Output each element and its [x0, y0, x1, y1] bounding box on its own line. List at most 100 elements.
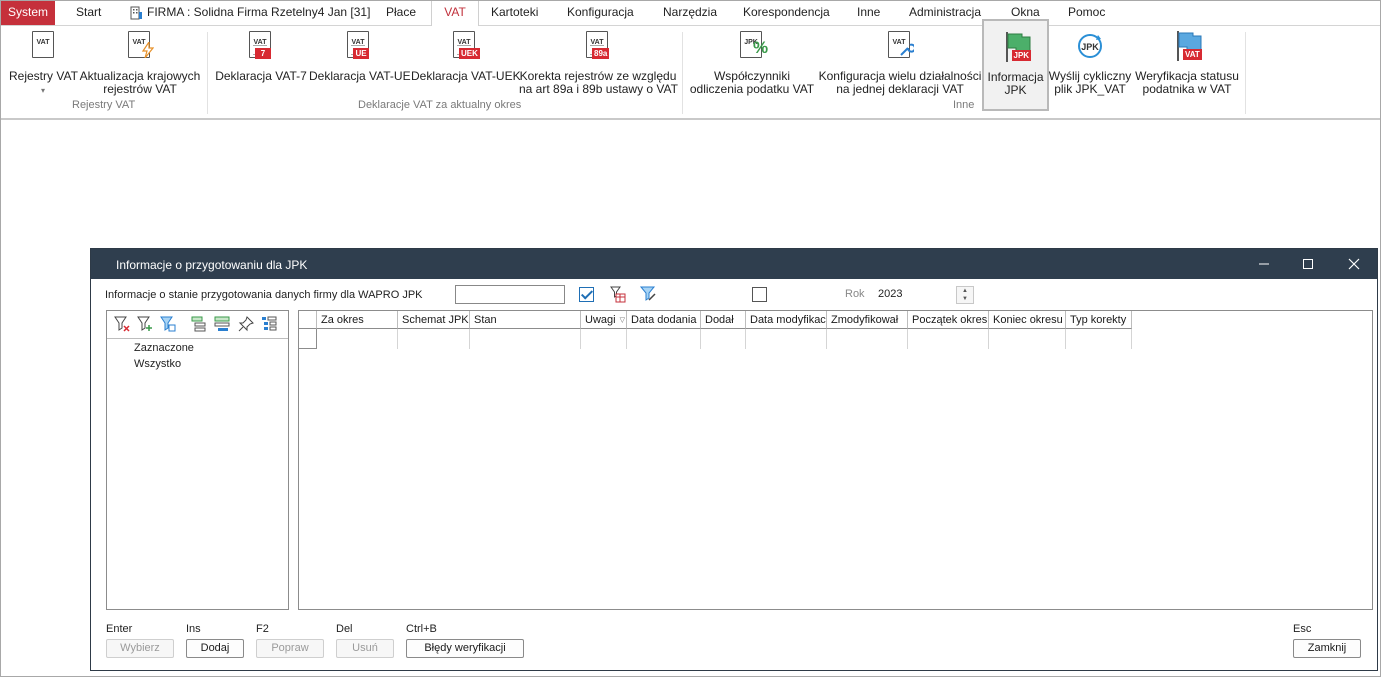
- menu-administracja[interactable]: Administracja: [909, 1, 981, 25]
- column-header-stan[interactable]: Stan: [470, 311, 581, 329]
- table-cell[interactable]: [398, 329, 470, 349]
- konfiguracja-wielu-button[interactable]: VAT Konfiguracja wielu działalności na j…: [817, 30, 983, 96]
- usun-button[interactable]: Usuń: [336, 639, 394, 658]
- filter-table-icon[interactable]: [610, 286, 626, 303]
- jpk-grid: Za okres Schemat JPK Stan Uwagi ▽ Data do…: [298, 310, 1373, 610]
- info-label: Informacje o stanie przygotowania danych…: [105, 289, 423, 301]
- rejestry-vat-label: Rejestry VAT: [9, 69, 78, 83]
- korekta-89a-button[interactable]: VAT 89a Korekta rejestrów ze względu na …: [519, 30, 678, 96]
- filter-add-icon[interactable]: [137, 316, 153, 332]
- group-label-deklaracje: Deklaracje VAT za aktualny okres: [358, 99, 522, 111]
- dialog-title: Informacje o przygotowaniu dla JPK: [116, 258, 308, 272]
- column-header-zmodyfikowal[interactable]: Zmodyfikował: [827, 311, 908, 329]
- aktualizacja-button[interactable]: VAT Aktualizacja krajowych rejestrów VAT: [77, 30, 203, 96]
- informacja-jpk-label-1: Informacja: [987, 70, 1044, 84]
- rejestry-vat-button[interactable]: VAT Rejestry VAT ▾: [9, 30, 78, 97]
- tree-list-icon[interactable]: [261, 316, 277, 332]
- filter-grid-icon[interactable]: [160, 316, 176, 332]
- table-cell[interactable]: [1066, 329, 1132, 349]
- row-indicator-cell[interactable]: [299, 329, 317, 349]
- table-cell[interactable]: [470, 329, 581, 349]
- column-header-schemat-jpk[interactable]: Schemat JPK: [398, 311, 470, 329]
- column-header-data-dodania[interactable]: Data dodania: [627, 311, 701, 329]
- menu-korespondencja[interactable]: Korespondencja: [743, 1, 830, 25]
- menu-start[interactable]: Start: [76, 1, 101, 25]
- minimize-icon[interactable]: [1241, 249, 1287, 279]
- informacja-jpk-button[interactable]: JPK Informacja JPK: [982, 19, 1049, 111]
- table-cell[interactable]: [627, 329, 701, 349]
- dialog-titlebar[interactable]: Informacje o przygotowaniu dla JPK: [91, 249, 1377, 279]
- bledy-weryfikacji-button[interactable]: Błędy weryfikacji: [406, 639, 524, 658]
- search-input[interactable]: [455, 285, 565, 304]
- menu-bar: System Start FIRMA : Solidna Firma Rzete…: [1, 1, 1380, 26]
- vat7-icon: VAT 7: [247, 30, 275, 64]
- hotkey-del: Del: [336, 623, 353, 635]
- column-header-data-modyfikacji[interactable]: Data modyfikac: [746, 311, 827, 329]
- rok-spinner[interactable]: ▲ ▼: [956, 286, 974, 304]
- column-header-koniec-okresu[interactable]: Koniec okresu: [989, 311, 1066, 329]
- table-cell[interactable]: [908, 329, 989, 349]
- hotkey-esc: Esc: [1293, 623, 1312, 635]
- spin-up-icon[interactable]: ▲: [957, 287, 973, 295]
- rok-label: Rok: [845, 288, 865, 300]
- tree-toolbar: [107, 311, 288, 339]
- menu-kartoteki[interactable]: Kartoteki: [491, 1, 538, 25]
- table-cell[interactable]: [989, 329, 1066, 349]
- menu-konfiguracja[interactable]: Konfiguracja: [567, 1, 634, 25]
- wyslij-cykliczny-button[interactable]: JPK Wyślij cykliczny plik JPK_VAT: [1047, 30, 1133, 96]
- tree-expand-icon[interactable]: [191, 316, 207, 332]
- pin-icon[interactable]: [238, 316, 254, 332]
- table-cell[interactable]: [701, 329, 746, 349]
- weryfikacja-statusu-button[interactable]: VAT Weryfikacja statusu podatnika w VAT: [1134, 30, 1240, 96]
- column-header-poczatek-okresu[interactable]: Początek okres: [908, 311, 989, 329]
- tree-panel: Zaznaczone Wszystko: [106, 310, 289, 610]
- jpk-percent-icon: JPK %: [738, 30, 768, 64]
- vatuek-icon: VAT UEK: [451, 30, 480, 64]
- menu-narzedzia[interactable]: Narzędzia: [663, 1, 717, 25]
- deklaracja-vat7-button[interactable]: VAT 7 Deklaracja VAT-7: [215, 30, 307, 83]
- aktualizacja-label-2: rejestrów VAT: [103, 82, 177, 96]
- menu-pomoc[interactable]: Pomoc: [1068, 1, 1105, 25]
- row-indicator-header: [299, 311, 317, 329]
- zamknij-button[interactable]: Zamknij: [1293, 639, 1361, 658]
- filter-edit-icon[interactable]: [640, 286, 656, 303]
- dodaj-button[interactable]: Dodaj: [186, 639, 244, 658]
- checked-checkbox[interactable]: [579, 287, 594, 302]
- table-cell[interactable]: [746, 329, 827, 349]
- menu-firma[interactable]: FIRMA : Solidna Firma Rzetelny4 Jan [31]: [130, 1, 370, 25]
- menu-system[interactable]: System: [1, 1, 55, 25]
- popraw-button[interactable]: Popraw: [256, 639, 324, 658]
- spin-down-icon[interactable]: ▼: [957, 295, 973, 303]
- table-cell[interactable]: [317, 329, 398, 349]
- menu-inne[interactable]: Inne: [857, 1, 880, 25]
- ribbon: VAT Rejestry VAT ▾ VAT Aktualizacja kraj…: [1, 19, 1380, 120]
- ribbon-separator: [682, 32, 683, 114]
- menu-vat[interactable]: VAT: [431, 1, 479, 26]
- tree-item-zaznaczone[interactable]: Zaznaczone: [134, 342, 194, 354]
- hotkey-f2: F2: [256, 623, 269, 635]
- deklaracja-vatue-button[interactable]: VAT UE Deklaracja VAT-UE: [309, 30, 411, 83]
- menu-place[interactable]: Płace: [386, 1, 416, 25]
- column-header-za-okres[interactable]: Za okres: [317, 311, 398, 329]
- tree-collapse-icon[interactable]: [214, 316, 230, 332]
- option-checkbox[interactable]: [752, 287, 767, 302]
- column-header-typ-korekty[interactable]: Typ korekty: [1066, 311, 1132, 329]
- column-header-dodal[interactable]: Dodał: [701, 311, 746, 329]
- column-header-uwagi[interactable]: Uwagi ▽: [581, 311, 627, 329]
- deklaracja-vatuek-button[interactable]: VAT UEK Deklaracja VAT-UEK: [411, 30, 521, 83]
- filter-clear-icon[interactable]: [114, 316, 130, 332]
- vat-flag-icon: VAT: [1173, 30, 1202, 64]
- vat-lightning-icon: VAT: [126, 30, 154, 64]
- table-cell[interactable]: [827, 329, 908, 349]
- wspolczynniki-button[interactable]: JPK % Współczynniki odliczenia podatku V…: [689, 30, 815, 96]
- hotkey-enter: Enter: [106, 623, 133, 635]
- maximize-icon[interactable]: [1285, 249, 1331, 279]
- close-icon[interactable]: [1331, 249, 1377, 279]
- table-cell[interactable]: [581, 329, 627, 349]
- deklaracja-vat7-label: Deklaracja VAT-7: [215, 69, 307, 83]
- wybierz-button[interactable]: Wybierz: [106, 639, 174, 658]
- rok-value[interactable]: 2023: [878, 288, 902, 300]
- uwagi-label: Uwagi: [585, 314, 616, 326]
- column-filter-icon[interactable]: ▽: [620, 312, 625, 328]
- tree-item-wszystko[interactable]: Wszystko: [134, 358, 181, 370]
